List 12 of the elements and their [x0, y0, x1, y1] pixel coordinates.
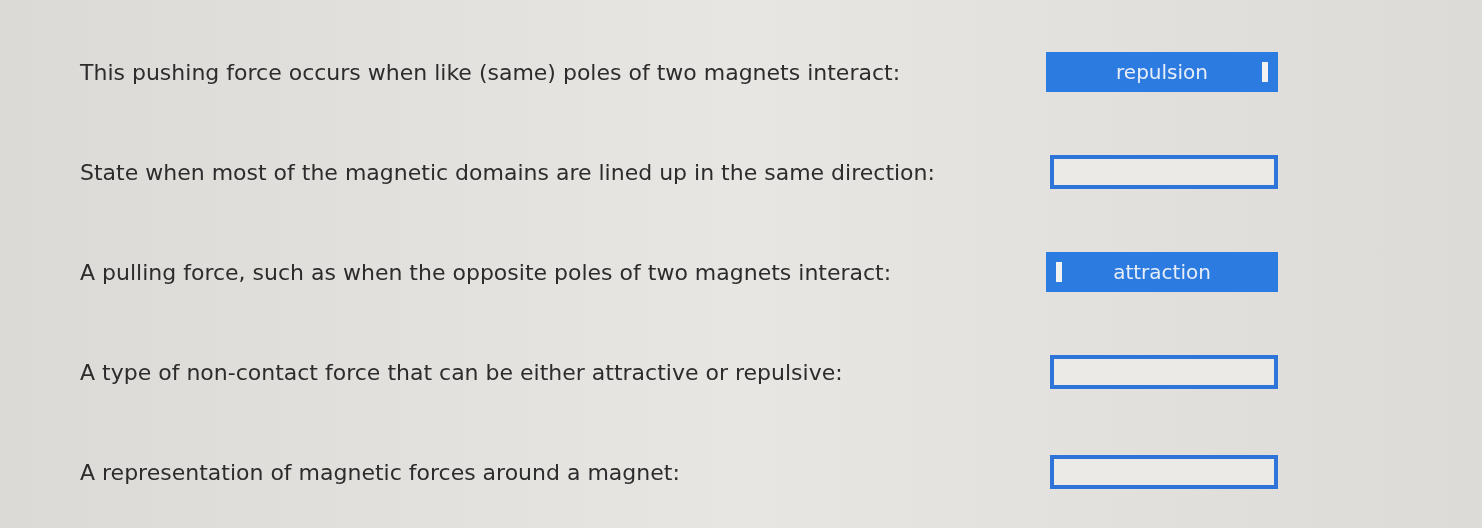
answer-tile[interactable]: repulsion [1046, 52, 1278, 92]
drag-handle-icon[interactable] [1262, 62, 1268, 82]
question-text: This pushing force occurs when like (same) poles of two magnets interact: [80, 59, 902, 85]
question-text: A type of non-contact force that can be either attractive or repulsive: [80, 359, 844, 385]
drop-zone[interactable] [1050, 155, 1278, 189]
answer-tile[interactable]: attraction [1046, 252, 1278, 292]
question-text: A pulling force, such as when the opposite poles of two magnets interact: [80, 259, 893, 285]
question-text: State when most of the magnetic domains are lined up in the same direction: [80, 159, 936, 185]
drop-zone[interactable] [1050, 355, 1278, 389]
drop-zone[interactable] [1050, 455, 1278, 489]
drag-handle-icon[interactable] [1056, 262, 1062, 282]
question-text: A representation of magnetic forces around a magnet: [80, 459, 681, 485]
